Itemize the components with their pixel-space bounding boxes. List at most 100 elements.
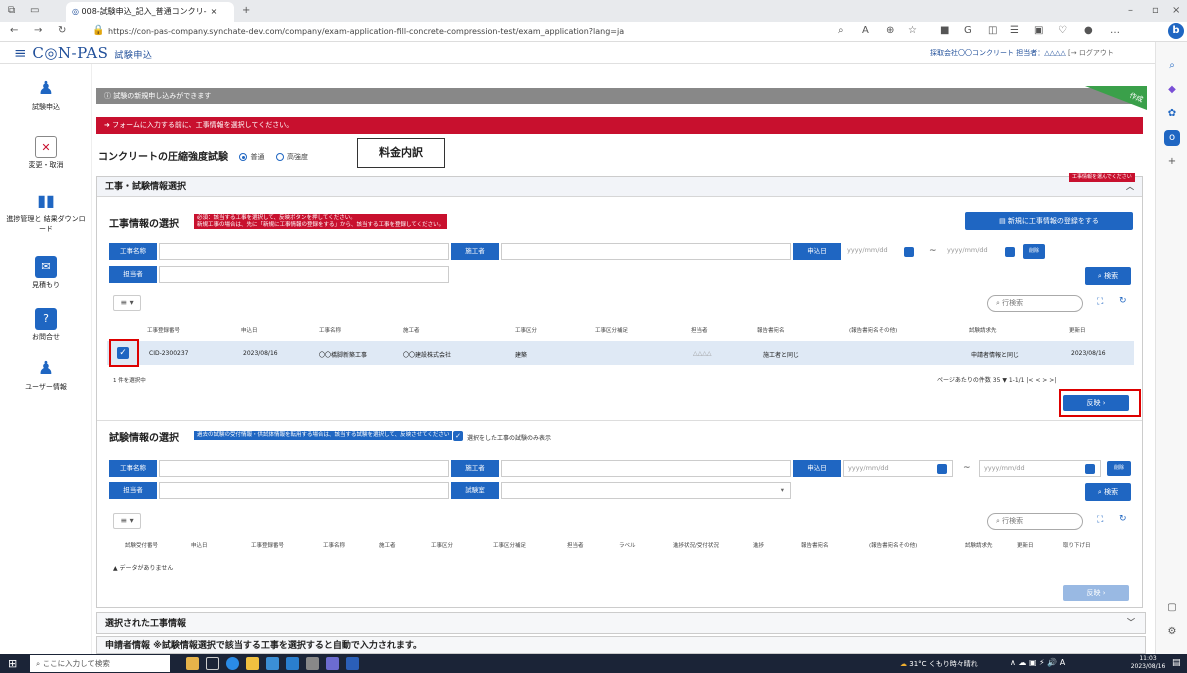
col-header[interactable]: 工事登録番号 [251, 541, 284, 549]
file-explorer-icon[interactable] [246, 657, 259, 670]
refresh-icon[interactable]: ↻ [1119, 296, 1127, 306]
calendar-icon[interactable] [1005, 247, 1015, 257]
forward-icon[interactable]: → [34, 25, 42, 36]
search-page-icon[interactable]: ⌕ [838, 25, 844, 36]
col-header[interactable]: 担当者 [567, 541, 584, 549]
test-builder-input[interactable] [501, 460, 791, 477]
col-header[interactable]: 工事区分補足 [595, 326, 628, 334]
test-construction-name-input[interactable] [159, 460, 449, 477]
extension-icon[interactable]: ■ [940, 25, 949, 36]
people-icon[interactable] [186, 657, 199, 670]
search-icon[interactable]: ⌕ [1164, 58, 1180, 74]
sidebar-toggle-icon[interactable]: ▢ [1164, 600, 1180, 616]
reflect-test-button[interactable]: 反映 › [1063, 585, 1129, 601]
col-header[interactable]: 担当者 [691, 326, 708, 334]
fullscreen-icon[interactable]: ⛶ [1097, 515, 1103, 525]
new-tab-icon[interactable]: + [242, 5, 250, 16]
col-header[interactable]: 進捗状況/受付状況 [673, 541, 719, 549]
test-search-button[interactable]: ⌕ 検索 [1085, 483, 1131, 501]
col-header[interactable]: ラベル [619, 541, 636, 549]
radio-high-strength[interactable] [275, 153, 284, 161]
applicant-panel[interactable]: 申請者情報 ※試験情報選択で該当する工事を選択すると自動で入力されます。 [96, 636, 1146, 654]
col-header[interactable]: 工事区分補足 [493, 541, 526, 549]
reload-icon[interactable]: ↻ [58, 25, 66, 36]
clear-date-button[interactable]: 削除 [1107, 461, 1131, 476]
col-header[interactable]: 施工者 [379, 541, 396, 549]
col-header[interactable]: 取り下げ日 [1063, 541, 1091, 549]
edge-icon[interactable] [226, 657, 239, 670]
column-menu-button[interactable]: ≡ ▾ [113, 295, 141, 311]
col-header[interactable]: 報告書宛名 [757, 326, 785, 334]
notification-icon[interactable]: ▤ [1172, 658, 1181, 668]
split-screen-icon[interactable]: ◫ [988, 25, 997, 36]
read-aloud-icon[interactable]: A [862, 25, 869, 36]
col-header[interactable]: (報告書宛名その他) [849, 326, 897, 334]
selected-construction-panel[interactable]: 選択された工事情報 ﹀ [96, 612, 1146, 634]
tools-icon[interactable]: ✿ [1164, 106, 1180, 122]
fullscreen-icon[interactable]: ⛶ [1097, 297, 1103, 307]
builder-input[interactable] [501, 243, 791, 260]
col-header[interactable]: 進捗 [753, 541, 764, 549]
col-header[interactable]: 工事名称 [319, 326, 341, 334]
weather-widget[interactable]: ☁ 31°C くもり時々晴れ [900, 659, 978, 669]
refresh-icon[interactable]: ↻ [1119, 514, 1127, 524]
calendar-icon[interactable] [937, 464, 947, 474]
collections-icon[interactable]: ▣ [1034, 25, 1043, 36]
radio-normal[interactable] [239, 153, 248, 161]
col-header[interactable]: 工事登録番号 [147, 326, 180, 334]
performance-icon[interactable]: ♡ [1058, 25, 1067, 36]
taskbar-search[interactable]: ⌕ ここに入力して検索 [30, 655, 170, 672]
staff-input[interactable] [159, 266, 449, 283]
pagination[interactable]: ページあたりの件数 35 ▼ 1-1/1 |< < > >| [937, 375, 1056, 384]
close-window-icon[interactable]: × [1172, 5, 1180, 16]
back-icon[interactable]: ← [10, 25, 18, 36]
profile-icon[interactable]: ● [1084, 25, 1093, 36]
fee-breakdown-button[interactable]: 料金内訳 [357, 138, 445, 168]
browser-tab[interactable]: ◎ 008-試験申込_記入_普通コンクリ- × [66, 2, 234, 22]
test-staff-input[interactable] [159, 482, 449, 499]
col-header[interactable]: 更新日 [1017, 541, 1034, 549]
mail-app-icon[interactable] [286, 657, 299, 670]
chevron-down-icon[interactable]: ﹀ [1127, 613, 1135, 633]
row-search-input[interactable]: ⌕ 行検索 [987, 295, 1083, 312]
zoom-icon[interactable]: ⊕ [886, 25, 894, 36]
tab-actions-icon[interactable]: ▭ [30, 5, 39, 16]
add-sidebar-icon[interactable]: + [1164, 154, 1180, 170]
favorites-bar-icon[interactable]: ☰ [1010, 25, 1019, 36]
more-menu-icon[interactable]: … [1110, 25, 1120, 36]
restore-icon[interactable]: ▫ [1152, 5, 1159, 16]
construction-name-input[interactable] [159, 243, 449, 260]
register-construction-button[interactable]: ▤ 新規に工事情報の登録をする [965, 212, 1133, 230]
col-header[interactable]: 施工者 [403, 326, 420, 334]
col-header[interactable]: 試験受付番号 [125, 541, 158, 549]
teams-icon[interactable] [326, 657, 339, 670]
col-header[interactable]: 申込日 [241, 326, 258, 334]
nav-item-application[interactable]: ♟ 試験申込 [0, 78, 92, 112]
nav-item-change-cancel[interactable]: ✕ 変更・取消 [0, 136, 92, 170]
tray-icons[interactable]: ∧ ☁ ▣ ⚡ 🔊 A [1010, 658, 1065, 667]
col-header[interactable]: 工事区分 [515, 326, 537, 334]
nav-item-estimate[interactable]: ✉ 見積もり [0, 256, 92, 290]
col-header[interactable]: 更新日 [1069, 326, 1086, 334]
nav-item-progress[interactable]: ▮▮ 進捗管理と 結果ダウンロード [0, 190, 92, 234]
column-menu-button[interactable]: ≡ ▾ [113, 513, 141, 529]
col-header[interactable]: (報告書宛名その他) [869, 541, 917, 549]
windows-start-icon[interactable]: ⊞ [8, 657, 17, 670]
task-view-icon[interactable] [206, 657, 219, 670]
app-icon[interactable] [306, 657, 319, 670]
calendar-icon[interactable] [904, 247, 914, 257]
clear-date-button[interactable]: 削除 [1023, 244, 1045, 259]
nav-item-user-info[interactable]: ♟ ユーザー情報 [0, 358, 92, 392]
col-header[interactable]: 報告書宛名 [801, 541, 829, 549]
tab-close-icon[interactable]: × [211, 7, 218, 16]
col-header[interactable]: 試験請求先 [969, 326, 997, 334]
clock[interactable]: 11:03 2023/08/16 [1128, 655, 1168, 671]
logout-link[interactable]: [→ ログアウト [1068, 48, 1114, 58]
settings-icon[interactable]: ⚙ [1164, 624, 1180, 640]
panel-header[interactable]: 工事・試験情報選択 ︿ [97, 177, 1142, 197]
shopping-icon[interactable]: ◆ [1164, 82, 1180, 98]
url-field[interactable]: https://con-pas-company.synchate-dev.com… [108, 25, 808, 39]
extension-g-icon[interactable]: G [964, 25, 972, 36]
outlook-icon[interactable]: o [1164, 130, 1180, 146]
col-header[interactable]: 試験請求先 [965, 541, 993, 549]
